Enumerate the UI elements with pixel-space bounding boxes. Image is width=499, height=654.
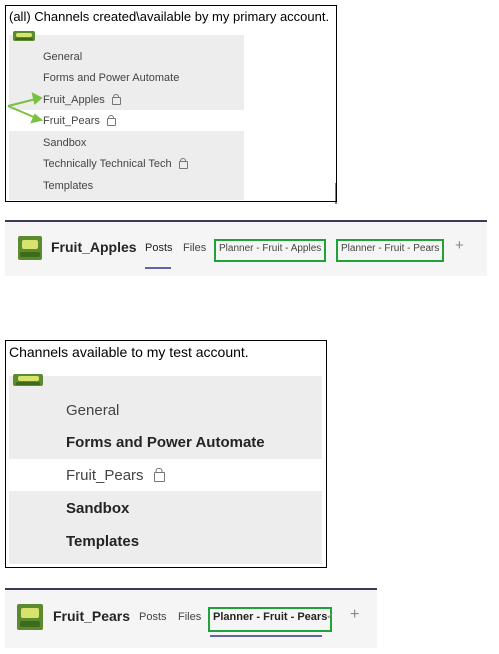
team-channel-header-2: Fruit_Pears Posts Files Planner - Fruit … [5,588,377,648]
test-account-panel: Channels available to my test account. G… [5,340,327,568]
team-avatar-icon [18,236,42,260]
panel-caption: Channels available to my test account. [9,344,249,360]
channel-title: Fruit_Pears [53,608,131,624]
channel-label: Fruit_Pears [66,466,144,484]
channel-item-templates[interactable]: Templates [9,527,322,555]
tab-posts[interactable]: Posts [145,242,173,254]
add-tab-button[interactable]: + [455,237,464,254]
active-tab-underline [145,267,171,269]
channel-label: General [66,401,120,419]
channel-title: Fruit_Apples [51,239,137,255]
active-tab-underline [210,635,322,637]
tab-files[interactable]: Files [178,611,201,623]
team-avatar-icon [17,604,43,630]
channel-item-general[interactable]: General [9,396,322,424]
channel-label: Templates [66,532,140,550]
channel-item-forms-power-automate[interactable]: Forms and Power Automate [9,428,322,456]
tab-posts[interactable]: Posts [139,611,167,623]
channel-label: Forms and Power Automate [66,433,265,451]
team-avatar-icon [13,374,43,386]
team-channel-header-1: Fruit_Apples Posts Files Planner - Fruit… [5,220,487,276]
tab-planner-fruit-apples[interactable]: Planner - Fruit - Apples [214,239,327,262]
tab-options-check-icon[interactable]: ✓ [326,611,334,622]
channel-label: Sandbox [66,499,130,517]
tab-planner-fruit-pears[interactable]: Planner - Fruit - Pears [208,607,333,632]
channel-item-fruit-pears[interactable]: Fruit_Pears [9,459,322,491]
channel-list: General Forms and Power Automate Fruit_P… [9,374,322,564]
add-tab-button[interactable]: + [350,606,359,624]
tab-planner-fruit-pears[interactable]: Planner - Fruit - Pears [336,239,445,262]
tab-files[interactable]: Files [183,242,206,254]
lock-icon [153,471,165,482]
channel-item-sandbox[interactable]: Sandbox [9,494,322,522]
